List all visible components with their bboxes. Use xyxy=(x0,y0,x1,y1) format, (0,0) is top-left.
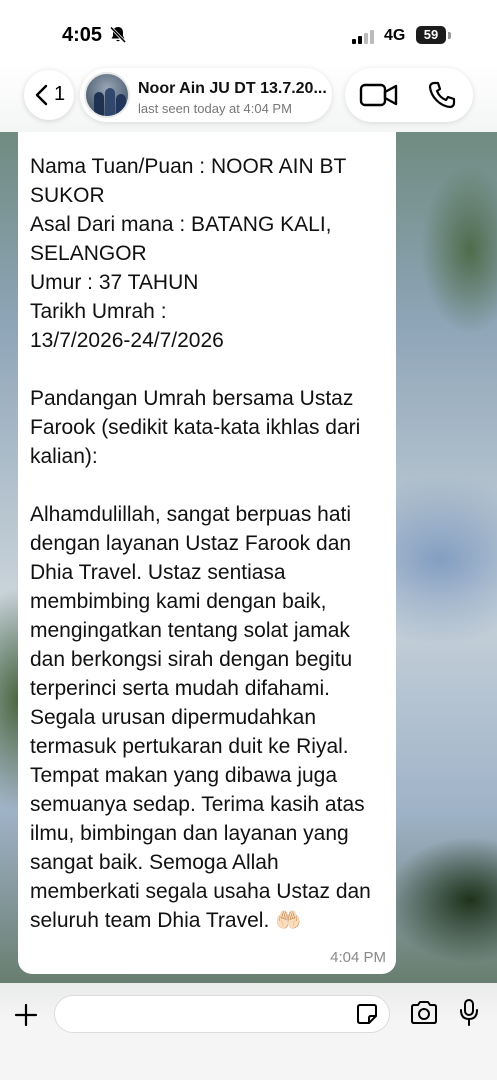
unread-count: 1 xyxy=(54,83,66,105)
avatar xyxy=(84,72,130,118)
cellular-signal-icon xyxy=(352,30,376,49)
message-input[interactable] xyxy=(54,995,390,1033)
video-call-button[interactable] xyxy=(359,82,399,113)
battery-cap xyxy=(448,32,451,39)
message-input-bar xyxy=(0,983,497,1080)
message-bubble[interactable]: Nama Tuan/Puan : NOOR AIN BT SUKOR Asal … xyxy=(18,132,396,974)
message-timestamp: 4:04 PM xyxy=(330,949,386,966)
sticker-button[interactable] xyxy=(356,1003,378,1030)
status-time: 4:05 xyxy=(62,24,103,46)
contact-name: Noor Ain JU DT 13.7.20... xyxy=(138,80,327,97)
last-seen-status: last seen today at 4:04 PM xyxy=(138,101,292,116)
phone-icon xyxy=(428,81,456,109)
voice-call-button[interactable] xyxy=(427,80,457,115)
chat-header: 1 Noor Ain JU DT 13.7.20... last seen to… xyxy=(0,64,497,132)
call-actions xyxy=(345,68,473,122)
camera-button[interactable] xyxy=(409,1000,439,1031)
voice-message-button[interactable] xyxy=(458,998,480,1033)
network-type: 4G xyxy=(384,27,406,44)
video-camera-icon xyxy=(359,83,398,107)
chevron-left-icon xyxy=(35,84,48,106)
status-bar: 4:05 4G 59 xyxy=(0,0,497,64)
camera-icon xyxy=(411,1001,437,1024)
battery-icon: 59 xyxy=(416,26,446,44)
microphone-icon xyxy=(460,999,478,1026)
contact-info-button[interactable]: Noor Ain JU DT 13.7.20... last seen toda… xyxy=(80,68,332,122)
attach-button[interactable] xyxy=(14,1003,38,1032)
back-button[interactable]: 1 xyxy=(24,70,74,120)
message-text: Nama Tuan/Puan : NOOR AIN BT SUKOR Asal … xyxy=(30,155,371,932)
bell-slash-icon xyxy=(109,26,127,49)
plus-icon xyxy=(14,1003,38,1027)
sticker-icon xyxy=(357,1004,377,1024)
